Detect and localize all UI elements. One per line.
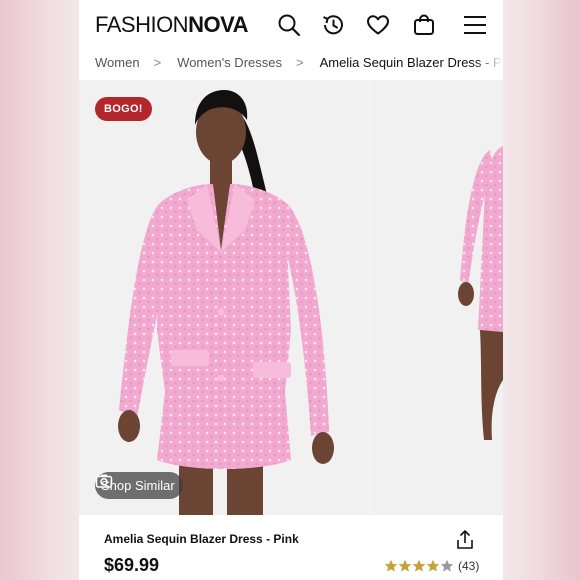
star-filled-icon [398,559,412,572]
product-info: Amelia Sequin Blazer Dress - Pink $69.99… [79,515,503,580]
product-image-main[interactable]: BOGO! Shop Similar [79,80,369,515]
breadcrumb-womens-dresses[interactable]: Women's Dresses [161,55,282,70]
heart-icon[interactable] [365,12,391,38]
history-icon[interactable] [320,12,346,38]
site-logo[interactable]: FASHION NOVA [95,12,249,38]
review-count: (43) [458,559,480,573]
product-gallery[interactable]: BOGO! Shop Similar [79,80,503,515]
search-icon[interactable] [276,12,302,38]
logo-text-nova: NOVA [188,12,249,37]
breadcrumb-women[interactable]: Women [79,55,140,70]
product-rating[interactable]: (43) [384,559,479,573]
shop-similar-button[interactable]: Shop Similar [95,472,183,499]
chevron-right-icon: > [295,54,304,70]
product-image-secondary[interactable] [372,80,503,515]
share-icon[interactable] [454,529,476,551]
logo-text-fashion: FASHION [95,12,189,37]
bag-icon[interactable] [411,12,437,38]
product-price: $69.99 [104,555,160,575]
star-filled-icon [384,559,398,572]
bogo-badge: BOGO! [95,97,152,121]
product-name: Amelia Sequin Blazer Dress - Pink [104,532,299,546]
star-empty-icon [440,559,454,572]
star-filled-icon [426,559,440,572]
product-page: FASHION NOVA Women > Women's Dresses > Am… [79,0,503,580]
menu-icon[interactable] [462,12,488,38]
site-header: FASHION NOVA [79,0,503,48]
camera-icon [95,474,113,488]
star-filled-icon [412,559,426,572]
breadcrumb-fade [475,48,503,76]
breadcrumb: Women > Women's Dresses > Amelia Sequin … [79,48,503,76]
rating-stars [384,559,454,573]
breadcrumb-current-product: Amelia Sequin Blazer Dress - Pink [319,54,503,70]
chevron-right-icon: > [153,54,162,70]
